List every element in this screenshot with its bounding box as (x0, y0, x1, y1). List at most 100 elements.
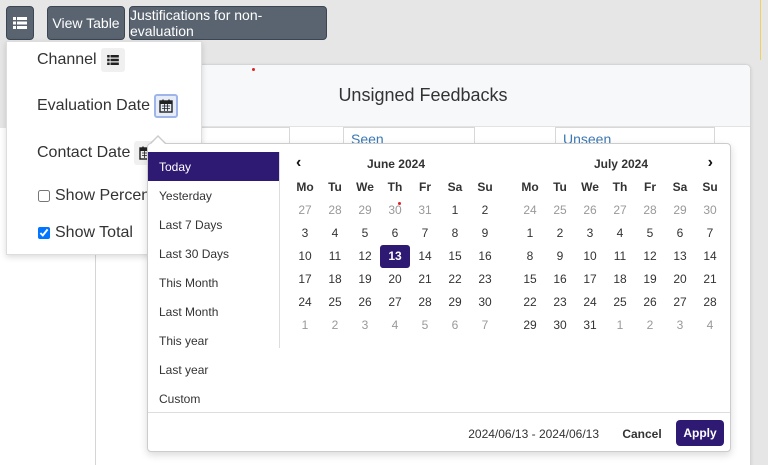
calendar-day[interactable]: 29 (350, 199, 380, 222)
calendar-day[interactable]: 1 (290, 314, 320, 337)
calendar-day[interactable]: 5 (635, 222, 665, 245)
calendar-day[interactable]: 30 (695, 199, 725, 222)
show-total-checkbox[interactable] (38, 227, 50, 239)
contact-date-option[interactable]: Contact Date (37, 141, 159, 165)
calendar-day[interactable]: 8 (440, 222, 470, 245)
calendar-day[interactable]: 7 (470, 314, 500, 337)
show-percent-option[interactable]: Show Percent (38, 187, 155, 205)
calendar-day[interactable]: 14 (695, 245, 725, 268)
calendar-day[interactable]: 9 (545, 245, 575, 268)
calendar-day[interactable]: 28 (635, 199, 665, 222)
calendar-day[interactable]: 2 (320, 314, 350, 337)
calendar-day[interactable]: 2 (545, 222, 575, 245)
calendar-day[interactable]: 17 (575, 268, 605, 291)
calendar-day[interactable]: 23 (545, 291, 575, 314)
cancel-button[interactable]: Cancel (618, 421, 666, 447)
calendar-day[interactable]: 24 (575, 291, 605, 314)
calendar-day[interactable]: 20 (665, 268, 695, 291)
calendar-day[interactable]: 12 (635, 245, 665, 268)
range-option[interactable]: Today (148, 152, 279, 181)
range-option[interactable]: Last 30 Days (148, 239, 279, 268)
view-table-button[interactable]: View Table (47, 6, 125, 40)
calendar-day[interactable]: 26 (635, 291, 665, 314)
calendar-day[interactable]: 19 (350, 268, 380, 291)
range-option[interactable]: Yesterday (148, 181, 279, 210)
calendar-day[interactable]: 25 (545, 199, 575, 222)
calendar-day[interactable]: 8 (515, 245, 545, 268)
calendar-day[interactable]: 23 (470, 268, 500, 291)
calendar-day[interactable]: 13 (380, 245, 410, 268)
next-month-icon[interactable]: › (708, 152, 713, 174)
prev-month-icon[interactable]: ‹ (296, 152, 301, 174)
calendar-day[interactable]: 10 (575, 245, 605, 268)
calendar-day[interactable]: 1 (515, 222, 545, 245)
calendar-day[interactable]: 28 (320, 199, 350, 222)
calendar-day[interactable]: 27 (380, 291, 410, 314)
calendar-day[interactable]: 27 (605, 199, 635, 222)
calendar-day[interactable]: 3 (665, 314, 695, 337)
calendar-day[interactable]: 4 (320, 222, 350, 245)
calendar-day[interactable]: 17 (290, 268, 320, 291)
calendar-day[interactable]: 4 (605, 222, 635, 245)
calendar-day[interactable]: 30 (545, 314, 575, 337)
calendar-icon[interactable] (153, 94, 178, 118)
calendar-day[interactable]: 2 (470, 199, 500, 222)
calendar-day[interactable]: 24 (515, 199, 545, 222)
calendar-day[interactable]: 31 (575, 314, 605, 337)
calendar-day[interactable]: 5 (410, 314, 440, 337)
show-percent-checkbox[interactable] (38, 190, 50, 202)
calendar-day[interactable]: 16 (545, 268, 575, 291)
calendar-day[interactable]: 6 (665, 222, 695, 245)
calendar-day[interactable]: 27 (665, 291, 695, 314)
calendar-day[interactable]: 29 (665, 199, 695, 222)
evaluation-date-option[interactable]: Evaluation Date (37, 94, 178, 118)
calendar-day[interactable]: 22 (440, 268, 470, 291)
calendar-day[interactable]: 24 (290, 291, 320, 314)
justifications-button[interactable]: Justifications for non-evaluation (129, 6, 327, 40)
calendar-day[interactable]: 29 (515, 314, 545, 337)
range-option[interactable]: This year (148, 326, 279, 355)
calendar-day[interactable]: 3 (575, 222, 605, 245)
show-total-option[interactable]: Show Total (38, 224, 133, 242)
range-option[interactable]: Custom (148, 384, 279, 413)
calendar-day[interactable]: 1 (440, 199, 470, 222)
range-option[interactable]: This Month (148, 268, 279, 297)
range-option[interactable]: Last 7 Days (148, 210, 279, 239)
calendar-day[interactable]: 28 (410, 291, 440, 314)
calendar-day[interactable]: 26 (350, 291, 380, 314)
calendar-day[interactable]: 25 (605, 291, 635, 314)
channel-option[interactable]: Channel (37, 48, 125, 72)
calendar-day[interactable]: 21 (695, 268, 725, 291)
menu-button[interactable] (6, 6, 34, 40)
calendar-day[interactable]: 5 (350, 222, 380, 245)
calendar-day[interactable]: 3 (290, 222, 320, 245)
calendar-day[interactable]: 30 (380, 199, 410, 222)
calendar-day[interactable]: 6 (440, 314, 470, 337)
range-option[interactable]: Last year (148, 355, 279, 384)
calendar-day[interactable]: 4 (380, 314, 410, 337)
calendar-day[interactable]: 10 (290, 245, 320, 268)
calendar-day[interactable]: 22 (515, 291, 545, 314)
calendar-day[interactable]: 13 (665, 245, 695, 268)
calendar-day[interactable]: 28 (695, 291, 725, 314)
calendar-day[interactable]: 7 (695, 222, 725, 245)
calendar-day[interactable]: 11 (320, 245, 350, 268)
calendar-day[interactable]: 25 (320, 291, 350, 314)
apply-button[interactable]: Apply (676, 420, 724, 446)
calendar-day[interactable]: 11 (605, 245, 635, 268)
calendar-day[interactable]: 1 (605, 314, 635, 337)
calendar-day[interactable]: 6 (380, 222, 410, 245)
calendar-day[interactable]: 15 (440, 245, 470, 268)
calendar-day[interactable]: 15 (515, 268, 545, 291)
calendar-day[interactable]: 18 (605, 268, 635, 291)
calendar-day[interactable]: 2 (635, 314, 665, 337)
calendar-day[interactable]: 14 (410, 245, 440, 268)
calendar-day[interactable]: 3 (350, 314, 380, 337)
calendar-day[interactable]: 29 (440, 291, 470, 314)
calendar-day[interactable]: 31 (410, 199, 440, 222)
calendar-day[interactable]: 21 (410, 268, 440, 291)
calendar-day[interactable]: 9 (470, 222, 500, 245)
calendar-day[interactable]: 30 (470, 291, 500, 314)
calendar-day[interactable]: 20 (380, 268, 410, 291)
calendar-day[interactable]: 7 (410, 222, 440, 245)
